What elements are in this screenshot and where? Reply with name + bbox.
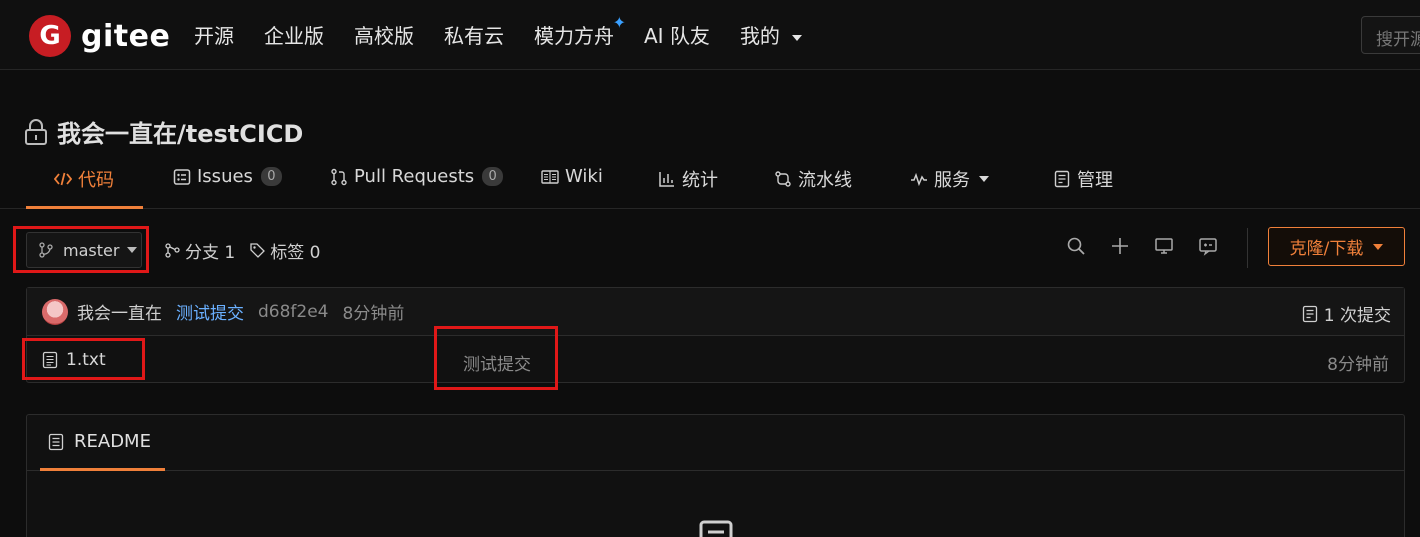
- repo-tabs: 代码 Issues 0 Pull Requests 0 Wiki 统计 流水线 …: [0, 156, 1420, 209]
- caret-down-icon: [127, 247, 138, 253]
- readme-header: README: [27, 415, 1404, 471]
- issues-count-badge: 0: [260, 167, 282, 186]
- clone-download-label: 克隆/下载: [1289, 239, 1364, 259]
- pipeline-icon: [775, 171, 791, 187]
- settings-doc-icon: [1054, 170, 1070, 188]
- branches-label: 分支 1: [185, 243, 236, 263]
- repo-title: 我会一直在/testCICD: [24, 114, 303, 149]
- gitee-logo[interactable]: G gitee: [29, 15, 170, 57]
- tab-pipeline[interactable]: 流水线: [774, 166, 852, 192]
- tab-manage-label: 管理: [1077, 170, 1113, 191]
- clone-download-button[interactable]: 克隆/下载: [1268, 227, 1405, 266]
- nav-item-mine[interactable]: 我的: [739, 20, 803, 49]
- tab-wiki[interactable]: Wiki: [541, 166, 603, 187]
- tab-statistics-label: 统计: [682, 170, 718, 191]
- readme-tab-label: README: [74, 431, 151, 452]
- active-tab-indicator: [26, 206, 143, 209]
- file-link[interactable]: 1.txt: [42, 350, 106, 370]
- tab-pipeline-label: 流水线: [798, 170, 852, 191]
- pulse-icon: [911, 172, 927, 187]
- sparkle-icon: ✦: [612, 13, 626, 32]
- bar-chart-icon: [659, 172, 674, 187]
- file-table: 我会一直在 测试提交 d68f2e4 8分钟前 1 次提交 1.txt 测试提交…: [26, 287, 1405, 383]
- file-commit-message[interactable]: 测试提交: [463, 350, 531, 375]
- book-icon: [541, 169, 559, 184]
- commit-message[interactable]: 测试提交: [176, 299, 244, 324]
- caret-down-icon: [792, 34, 803, 41]
- caret-down-icon: [979, 176, 989, 182]
- tab-issues[interactable]: Issues 0: [173, 166, 282, 187]
- caret-down-icon: [1373, 243, 1384, 250]
- tags-label: 标签 0: [270, 243, 321, 263]
- file-commit-time: 8分钟前: [1327, 355, 1389, 375]
- logo-text: gitee: [81, 18, 171, 54]
- branch-tag-info: 分支 1 标签 0: [164, 238, 334, 263]
- tab-services-label: 服务: [934, 170, 970, 191]
- repo-title-text[interactable]: 我会一直在/testCICD: [57, 114, 303, 149]
- nav-item-mine-label: 我的: [739, 24, 780, 48]
- tab-code[interactable]: 代码: [54, 166, 114, 192]
- empty-readme-icon: [699, 520, 733, 537]
- main-nav: 开源 企业版 高校版 私有云 模力方舟 ✦ AI 队友 我的: [194, 13, 832, 49]
- logo-mark: G: [29, 15, 71, 57]
- tag-icon: [250, 243, 266, 258]
- branch-icon: [165, 243, 180, 258]
- commit-time: 8分钟前: [342, 304, 405, 324]
- search-icon[interactable]: [1066, 236, 1086, 256]
- document-icon: [48, 433, 64, 450]
- nav-item-ai-teammate[interactable]: AI 队友: [644, 20, 710, 49]
- nav-item-open-source[interactable]: 开源: [194, 20, 234, 49]
- tab-services[interactable]: 服务: [910, 166, 989, 192]
- lock-icon: [25, 118, 47, 145]
- repo-tools: [1066, 236, 1242, 256]
- pull-request-icon: [331, 168, 347, 185]
- table-row: 1.txt 测试提交 8分钟前: [27, 336, 1404, 384]
- issues-icon: [173, 168, 191, 185]
- tab-readme[interactable]: README: [40, 415, 165, 471]
- nav-item-moli-label: 模力方舟: [534, 24, 614, 48]
- nav-item-education[interactable]: 高校版: [354, 20, 414, 49]
- tab-pull-requests[interactable]: Pull Requests 0: [330, 166, 504, 187]
- branch-name: master: [63, 240, 120, 260]
- tags-link[interactable]: 标签 0: [249, 238, 320, 263]
- top-navigation: G gitee 开源 企业版 高校版 私有云 模力方舟 ✦ AI 队友 我的 搜…: [0, 0, 1420, 70]
- tab-manage[interactable]: 管理: [1053, 166, 1113, 192]
- toolbar-divider: [1247, 228, 1248, 268]
- avatar[interactable]: [42, 298, 68, 325]
- commit-author[interactable]: 我会一直在: [77, 299, 162, 324]
- monitor-icon[interactable]: [1154, 236, 1174, 256]
- nav-item-enterprise[interactable]: 企业版: [264, 20, 324, 49]
- file-name: 1.txt: [66, 350, 106, 370]
- file-icon: [42, 351, 58, 369]
- tab-statistics[interactable]: 统计: [658, 166, 718, 192]
- tab-wiki-label: Wiki: [565, 166, 603, 187]
- search-input[interactable]: 搜开源: [1361, 16, 1420, 54]
- tab-issues-label: Issues: [197, 166, 253, 187]
- branches-link[interactable]: 分支 1: [164, 238, 235, 263]
- add-icon[interactable]: [1110, 236, 1130, 256]
- code-icon: [54, 172, 72, 186]
- file-list-icon: [1302, 305, 1317, 322]
- web-ide-icon[interactable]: [1198, 236, 1218, 256]
- tab-pull-requests-label: Pull Requests: [354, 166, 475, 187]
- commit-count-link[interactable]: 1 次提交: [1302, 301, 1391, 326]
- readme-panel: README: [26, 414, 1405, 537]
- nav-item-private-cloud[interactable]: 私有云: [444, 20, 504, 49]
- pull-requests-count-badge: 0: [482, 167, 504, 186]
- latest-commit-row: 我会一直在 测试提交 d68f2e4 8分钟前 1 次提交: [27, 288, 1404, 336]
- branch-icon: [39, 242, 53, 258]
- branch-selector[interactable]: master: [26, 232, 142, 268]
- tab-code-label: 代码: [78, 170, 114, 191]
- commit-count-label: 1 次提交: [1323, 306, 1391, 326]
- commit-hash[interactable]: d68f2e4: [258, 302, 329, 322]
- nav-item-moli[interactable]: 模力方舟 ✦: [534, 13, 626, 49]
